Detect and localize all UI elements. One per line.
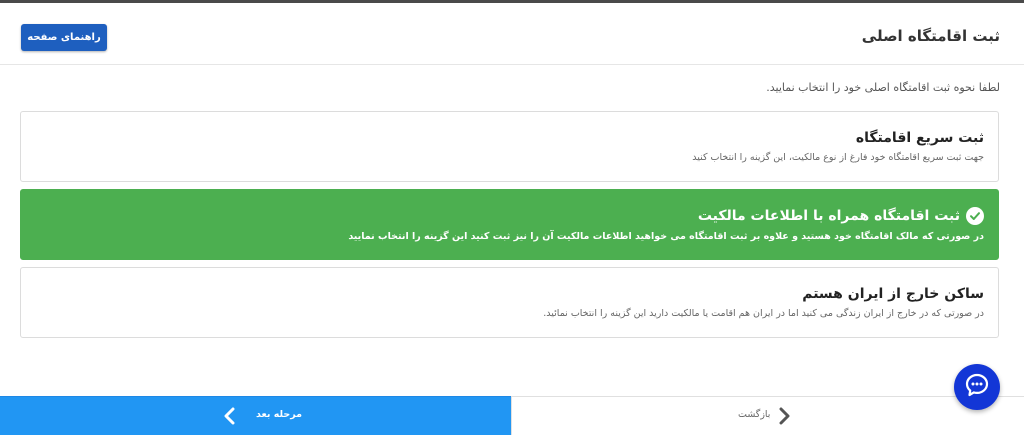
page-header: ثبت اقامتگاه اصلی راهنمای صفحه xyxy=(0,3,1024,65)
option-title: ساکن خارج از ایران هستم xyxy=(802,286,984,302)
next-step-button[interactable]: مرحله بعد xyxy=(0,396,511,435)
next-step-label: مرحله بعد xyxy=(256,409,303,420)
chevron-right-icon xyxy=(776,407,792,425)
option-abroad-resident[interactable]: ساکن خارج از ایران هستم در صورتی که در خ… xyxy=(20,267,999,338)
chat-bubble-icon xyxy=(964,372,990,402)
page-title: ثبت اقامتگاه اصلی xyxy=(861,27,1000,45)
option-title: ثبت سریع اقامتگاه xyxy=(855,130,984,146)
chat-button[interactable] xyxy=(954,364,1000,410)
back-label: بازگشت xyxy=(738,409,771,420)
option-register-with-ownership[interactable]: ثبت اقامتگاه همراه با اطلاعات مالکیت در … xyxy=(20,189,999,260)
option-description: جهت ثبت سریع اقامتگاه خود فارغ از نوع ما… xyxy=(692,152,984,163)
option-title: ثبت اقامتگاه همراه با اطلاعات مالکیت xyxy=(697,208,960,224)
back-button[interactable]: بازگشت xyxy=(511,396,1024,435)
chevron-left-icon xyxy=(222,407,238,425)
check-circle-icon xyxy=(966,207,984,225)
page-guide-button[interactable]: راهنمای صفحه xyxy=(21,24,107,51)
instruction-text: لطفا نحوه ثبت اقامتگاه اصلی خود را انتخا… xyxy=(766,81,1000,94)
option-title-row: ثبت اقامتگاه همراه با اطلاعات مالکیت xyxy=(35,207,984,225)
option-quick-register[interactable]: ثبت سریع اقامتگاه جهت ثبت سریع اقامتگاه … xyxy=(20,111,999,182)
option-description: در صورتی که در خارج از ایران زندگی می کن… xyxy=(543,308,984,319)
option-description: در صورتی که مالک اقامتگاه خود هستید و عل… xyxy=(348,231,984,242)
